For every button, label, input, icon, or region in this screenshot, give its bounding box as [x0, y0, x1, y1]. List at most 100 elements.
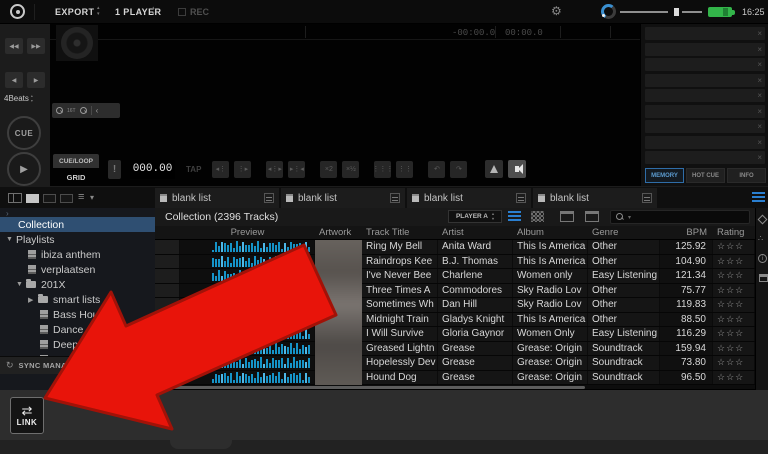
- metronome-button[interactable]: [485, 160, 504, 178]
- memory-cue-slot[interactable]: ×: [645, 27, 765, 40]
- grid-edit-button-0[interactable]: ◂⋮: [212, 160, 230, 178]
- grid-edit-button-6[interactable]: ⋮⋮⋮: [372, 160, 393, 178]
- delete-cue-icon[interactable]: ×: [757, 29, 762, 38]
- tab-list-icon[interactable]: [516, 193, 526, 203]
- info-icon[interactable]: i: [758, 254, 767, 263]
- memory-cue-slot[interactable]: ×: [645, 42, 765, 56]
- memory-tab-hot-cue[interactable]: HOT CUE: [686, 168, 725, 183]
- column-artwork[interactable]: Artwork: [315, 227, 362, 238]
- column-album[interactable]: Album: [513, 227, 588, 238]
- artwork-small-icon[interactable]: [560, 211, 574, 222]
- sidebar-item-ibiza-anthem[interactable]: ibiza anthem: [0, 247, 155, 262]
- column-bpm[interactable]: BPM: [660, 227, 713, 238]
- horizontal-scrollbar[interactable]: [155, 385, 755, 389]
- delete-cue-icon[interactable]: ×: [757, 122, 762, 131]
- sidebar-item-deep-house[interactable]: Deep House: [0, 337, 155, 352]
- preview-waveform[interactable]: [180, 370, 315, 384]
- sidebar-item-dance[interactable]: Dance: [0, 322, 155, 337]
- preview-waveform[interactable]: [180, 254, 315, 268]
- rekordbox-logo-icon[interactable]: [10, 4, 25, 19]
- blank-list-tab-3[interactable]: blank list: [407, 188, 531, 208]
- tab-list-icon[interactable]: [390, 193, 400, 203]
- sidebar-item-smart-lists[interactable]: ▶ smart lists: [0, 292, 155, 307]
- grid-edit-button-3[interactable]: ▸⋮◂: [288, 160, 306, 178]
- zoom-back-icon[interactable]: ‹: [96, 106, 99, 115]
- delete-cue-icon[interactable]: ×: [757, 60, 762, 69]
- delete-cue-icon[interactable]: ×: [757, 91, 762, 100]
- table-row[interactable]: I've Never Bee Charlene Women only Easy Lis…: [155, 269, 755, 284]
- track-search-prev-button[interactable]: ◀◀: [5, 38, 23, 54]
- grid-view-icon[interactable]: [531, 211, 544, 222]
- memory-cue-slot[interactable]: ×: [645, 120, 765, 133]
- artwork-large-icon[interactable]: [585, 211, 599, 222]
- beat-jump-size-selector[interactable]: 4Beats ▴ ▾: [4, 94, 33, 103]
- export-mode-spinner-icon[interactable]: ▴ ▾: [97, 6, 100, 17]
- preview-waveform[interactable]: [180, 312, 315, 326]
- player-count-spinner-icon[interactable]: ▴ ▾: [152, 6, 155, 17]
- tree-expand-icon[interactable]: ▼: [6, 236, 16, 243]
- list-view-icon[interactable]: [508, 211, 521, 222]
- column-genre[interactable]: Genre: [588, 227, 660, 238]
- blank-list-tab-2[interactable]: blank list: [281, 188, 405, 208]
- browser-menu-chevron-icon[interactable]: ▾: [90, 193, 94, 202]
- player-list-toggle-icon[interactable]: [752, 192, 765, 203]
- memory-cue-slot[interactable]: ×: [645, 135, 765, 149]
- table-row[interactable]: I Will Survive Gloria Gaynor Women Only Eas…: [155, 327, 755, 342]
- memory-tab-memory[interactable]: MEMORY: [645, 168, 684, 183]
- sidebar-item-bass-house[interactable]: Bass House: [0, 307, 155, 322]
- zoom-out-icon[interactable]: [56, 107, 63, 114]
- grid-warning-button[interactable]: !: [108, 159, 121, 179]
- master-volume-knob[interactable]: [601, 4, 616, 19]
- track-search-next-button[interactable]: ▶▶: [27, 38, 45, 54]
- blank-list-tab-1[interactable]: blank list: [155, 188, 279, 208]
- layout-two-pane-icon[interactable]: [43, 193, 56, 203]
- tree-expand-icon[interactable]: ▶: [28, 296, 38, 304]
- table-row[interactable]: Sometimes Wh Dan Hill Sky Radio Lov Other 11…: [155, 298, 755, 313]
- tag-icon[interactable]: [757, 214, 768, 225]
- tab-grid[interactable]: GRID: [53, 170, 99, 184]
- sidebar-item-verplaatsen[interactable]: verplaatsen: [0, 262, 155, 277]
- grid-edit-button-2[interactable]: ◂⋮▸: [266, 160, 284, 178]
- delete-cue-icon[interactable]: ×: [757, 138, 762, 147]
- horizontal-scrollbar-thumb[interactable]: [157, 385, 585, 389]
- column-track-title[interactable]: Track Title: [362, 227, 438, 238]
- sidebar-item-playlists[interactable]: ▼ Playlists: [0, 232, 155, 247]
- grid-edit-button-4[interactable]: ×2: [320, 160, 338, 178]
- blank-list-tab-4[interactable]: blank list: [533, 188, 657, 208]
- column-artist[interactable]: Artist: [438, 227, 513, 238]
- memory-cue-slot[interactable]: ×: [645, 104, 765, 118]
- tree-expand-icon[interactable]: ▼: [16, 281, 26, 288]
- beat-jump-fwd-button[interactable]: ▶: [27, 72, 45, 88]
- preview-waveform[interactable]: [180, 356, 315, 370]
- column-rating[interactable]: Rating: [713, 227, 755, 238]
- memory-cue-slot[interactable]: ×: [645, 89, 765, 102]
- layout-browse-view-icon[interactable]: [60, 193, 73, 203]
- preview-waveform[interactable]: [180, 327, 315, 341]
- memory-tab-info[interactable]: INFO: [727, 168, 766, 183]
- preview-waveform[interactable]: [180, 269, 315, 283]
- table-row[interactable]: Greased Lightn Grease Grease: Origin Soundt…: [155, 341, 755, 356]
- memory-cue-slot[interactable]: ×: [645, 151, 765, 164]
- tab-list-icon[interactable]: [642, 193, 652, 203]
- sidebar-item-201x[interactable]: ▼ 201X: [0, 277, 155, 292]
- rec-checkbox[interactable]: [178, 8, 186, 16]
- search-filter-chevron-icon[interactable]: ▾: [628, 214, 631, 221]
- table-row[interactable]: Hound Dog Grease Grease: Origin Soundtrack 9…: [155, 370, 755, 385]
- delete-cue-icon[interactable]: ×: [757, 45, 762, 54]
- player-select-dropdown[interactable]: PLAYER A ▴ ▾: [448, 210, 502, 223]
- preview-waveform[interactable]: [180, 341, 315, 355]
- grid-edit-button-9[interactable]: ↷: [450, 160, 468, 178]
- memory-cue-slot[interactable]: ×: [645, 58, 765, 71]
- table-row[interactable]: Midnight Train Gladys Knight This Is Ameri…: [155, 312, 755, 327]
- table-row[interactable]: Ring My Bell Anita Ward This Is America Oth…: [155, 240, 755, 255]
- cue-button[interactable]: CUE: [7, 116, 41, 150]
- related-tracks-icon[interactable]: ∴: [758, 234, 763, 243]
- search-input[interactable]: ▾: [610, 210, 750, 224]
- grid-edit-button-8[interactable]: ↶: [428, 160, 446, 178]
- play-button[interactable]: ▶: [7, 152, 41, 186]
- browser-menu-icon[interactable]: ≡: [78, 191, 84, 203]
- tab-cue-loop[interactable]: CUE/LOOP: [53, 154, 99, 168]
- volume-slider-thumb[interactable]: [674, 8, 679, 16]
- memory-device-icon[interactable]: [758, 274, 768, 282]
- delete-cue-icon[interactable]: ×: [757, 153, 762, 162]
